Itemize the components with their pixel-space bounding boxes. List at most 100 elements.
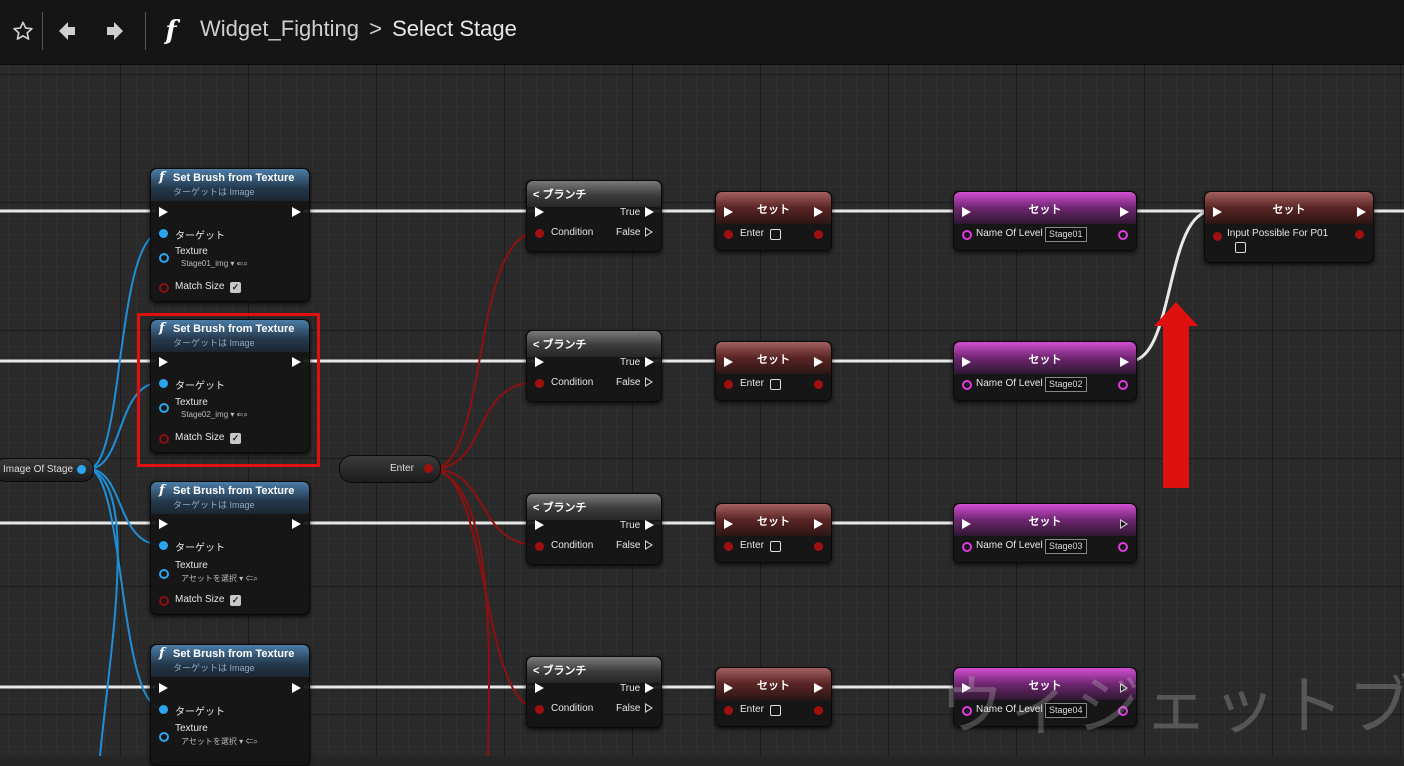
- bool-pin[interactable]: [724, 706, 733, 715]
- bool-out-pin[interactable]: [814, 542, 823, 551]
- false-exec-pin[interactable]: [645, 703, 653, 713]
- exec-out-pin[interactable]: [814, 357, 823, 367]
- exec-in-pin[interactable]: [724, 519, 733, 529]
- set-brush-node-4[interactable]: f Set Brush from Texture ターゲットは Image ター…: [150, 644, 310, 766]
- name-of-level-input[interactable]: Stage02: [1045, 377, 1087, 392]
- texture-pin[interactable]: [159, 569, 169, 579]
- texture-dropdown[interactable]: アセットを選択 ▾ ⇐⌕: [181, 736, 258, 747]
- exec-in-pin[interactable]: [159, 683, 168, 693]
- condition-pin[interactable]: [535, 379, 544, 388]
- exec-out-pin[interactable]: [1357, 207, 1366, 217]
- texture-dropdown[interactable]: アセットを選択 ▾ ⇐⌕: [181, 573, 258, 584]
- branch-node-1[interactable]: < ブランチ True Condition False: [526, 180, 662, 252]
- set-level-node-2[interactable]: セット Name Of Level Stage02: [953, 341, 1137, 401]
- exec-out-pin[interactable]: [292, 519, 301, 529]
- name-of-level-input[interactable]: Stage03: [1045, 539, 1087, 554]
- bool-pin[interactable]: [159, 596, 169, 606]
- object-pin[interactable]: [77, 465, 86, 474]
- target-pin[interactable]: [159, 541, 168, 550]
- exec-out-pin[interactable]: [292, 683, 301, 693]
- set-enter-node-3[interactable]: セット Enter: [715, 503, 832, 563]
- name-pin[interactable]: [962, 380, 972, 390]
- texture-pin[interactable]: [159, 732, 169, 742]
- asset-browse-icon[interactable]: ⇐⌕: [237, 259, 248, 268]
- set-enter-node-2[interactable]: セット Enter: [715, 341, 832, 401]
- true-exec-pin[interactable]: [645, 520, 654, 530]
- exec-in-pin[interactable]: [159, 207, 168, 217]
- exec-in-pin[interactable]: [159, 519, 168, 529]
- exec-out-pin[interactable]: [814, 207, 823, 217]
- exec-in-pin[interactable]: [724, 207, 733, 217]
- exec-in-pin[interactable]: [535, 357, 544, 367]
- bool-out-pin[interactable]: [814, 380, 823, 389]
- bool-pin[interactable]: [424, 464, 433, 473]
- input-possible-checkbox[interactable]: [1235, 242, 1246, 253]
- exec-out-pin[interactable]: [814, 519, 823, 529]
- set-level-node-1[interactable]: セット Name Of Level Stage01: [953, 191, 1137, 251]
- exec-in-pin[interactable]: [962, 207, 971, 217]
- bool-pin[interactable]: [724, 380, 733, 389]
- texture-dropdown[interactable]: Stage01_img ▾ ⇐⌕: [181, 259, 248, 269]
- arrow-left-icon[interactable]: [52, 14, 82, 48]
- match-size-checkbox[interactable]: ✓: [230, 282, 241, 293]
- enter-checkbox[interactable]: [770, 705, 781, 716]
- asset-browse-icon[interactable]: ⇐⌕: [245, 574, 257, 583]
- set-enter-node-4[interactable]: セット Enter: [715, 667, 832, 727]
- variable-node-enter[interactable]: Enter: [339, 455, 441, 483]
- exec-out-pin[interactable]: [292, 207, 301, 217]
- condition-pin[interactable]: [535, 705, 544, 714]
- set-level-node-3[interactable]: セット Name Of Level Stage03: [953, 503, 1137, 563]
- bool-pin[interactable]: [724, 230, 733, 239]
- exec-in-pin[interactable]: [1213, 207, 1222, 217]
- arrow-right-icon[interactable]: [100, 14, 130, 48]
- enter-checkbox[interactable]: [770, 541, 781, 552]
- bool-out-pin[interactable]: [814, 706, 823, 715]
- exec-out-pin[interactable]: [1120, 519, 1128, 529]
- condition-pin[interactable]: [535, 229, 544, 238]
- bool-out-pin[interactable]: [814, 230, 823, 239]
- set-brush-node-3[interactable]: f Set Brush from Texture ターゲットは Image ター…: [150, 481, 310, 615]
- bool-out-pin[interactable]: [1355, 230, 1364, 239]
- branch-node-4[interactable]: < ブランチ True Condition False: [526, 656, 662, 728]
- bool-pin[interactable]: [724, 542, 733, 551]
- breadcrumb-root[interactable]: Widget_Fighting: [200, 16, 359, 41]
- variable-node-image-of-stage[interactable]: Image Of Stage: [0, 458, 94, 482]
- enter-checkbox[interactable]: [770, 379, 781, 390]
- set-brush-node-1[interactable]: f Set Brush from Texture ターゲットは Image ター…: [150, 168, 310, 302]
- exec-out-pin[interactable]: [1120, 357, 1129, 367]
- branch-node-3[interactable]: < ブランチ True Condition False: [526, 493, 662, 565]
- true-exec-pin[interactable]: [645, 357, 654, 367]
- star-outline-icon[interactable]: [8, 14, 38, 48]
- target-pin[interactable]: [159, 229, 168, 238]
- exec-in-pin[interactable]: [535, 207, 544, 217]
- name-of-level-input[interactable]: Stage01: [1045, 227, 1087, 242]
- enter-checkbox[interactable]: [770, 229, 781, 240]
- name-out-pin[interactable]: [1118, 380, 1128, 390]
- exec-in-pin[interactable]: [962, 357, 971, 367]
- name-pin[interactable]: [962, 230, 972, 240]
- branch-node-2[interactable]: < ブランチ True Condition False: [526, 330, 662, 402]
- target-pin[interactable]: [159, 705, 168, 714]
- false-exec-pin[interactable]: [645, 227, 653, 237]
- name-out-pin[interactable]: [1118, 230, 1128, 240]
- bool-pin[interactable]: [159, 283, 169, 293]
- true-exec-pin[interactable]: [645, 207, 654, 217]
- exec-in-pin[interactable]: [962, 519, 971, 529]
- bool-pin[interactable]: [1213, 232, 1222, 241]
- match-size-checkbox[interactable]: ✓: [230, 595, 241, 606]
- condition-pin[interactable]: [535, 542, 544, 551]
- asset-browse-icon[interactable]: ⇐⌕: [245, 737, 257, 746]
- exec-in-pin[interactable]: [535, 520, 544, 530]
- name-pin[interactable]: [962, 542, 972, 552]
- set-input-possible-node[interactable]: セット Input Possible For P01: [1204, 191, 1374, 263]
- false-exec-pin[interactable]: [645, 377, 653, 387]
- exec-out-pin[interactable]: [814, 683, 823, 693]
- false-exec-pin[interactable]: [645, 540, 653, 550]
- true-exec-pin[interactable]: [645, 683, 654, 693]
- texture-pin[interactable]: [159, 253, 169, 263]
- exec-in-pin[interactable]: [724, 683, 733, 693]
- exec-out-pin[interactable]: [1120, 207, 1129, 217]
- name-out-pin[interactable]: [1118, 542, 1128, 552]
- exec-in-pin[interactable]: [724, 357, 733, 367]
- set-enter-node-1[interactable]: セット Enter: [715, 191, 832, 251]
